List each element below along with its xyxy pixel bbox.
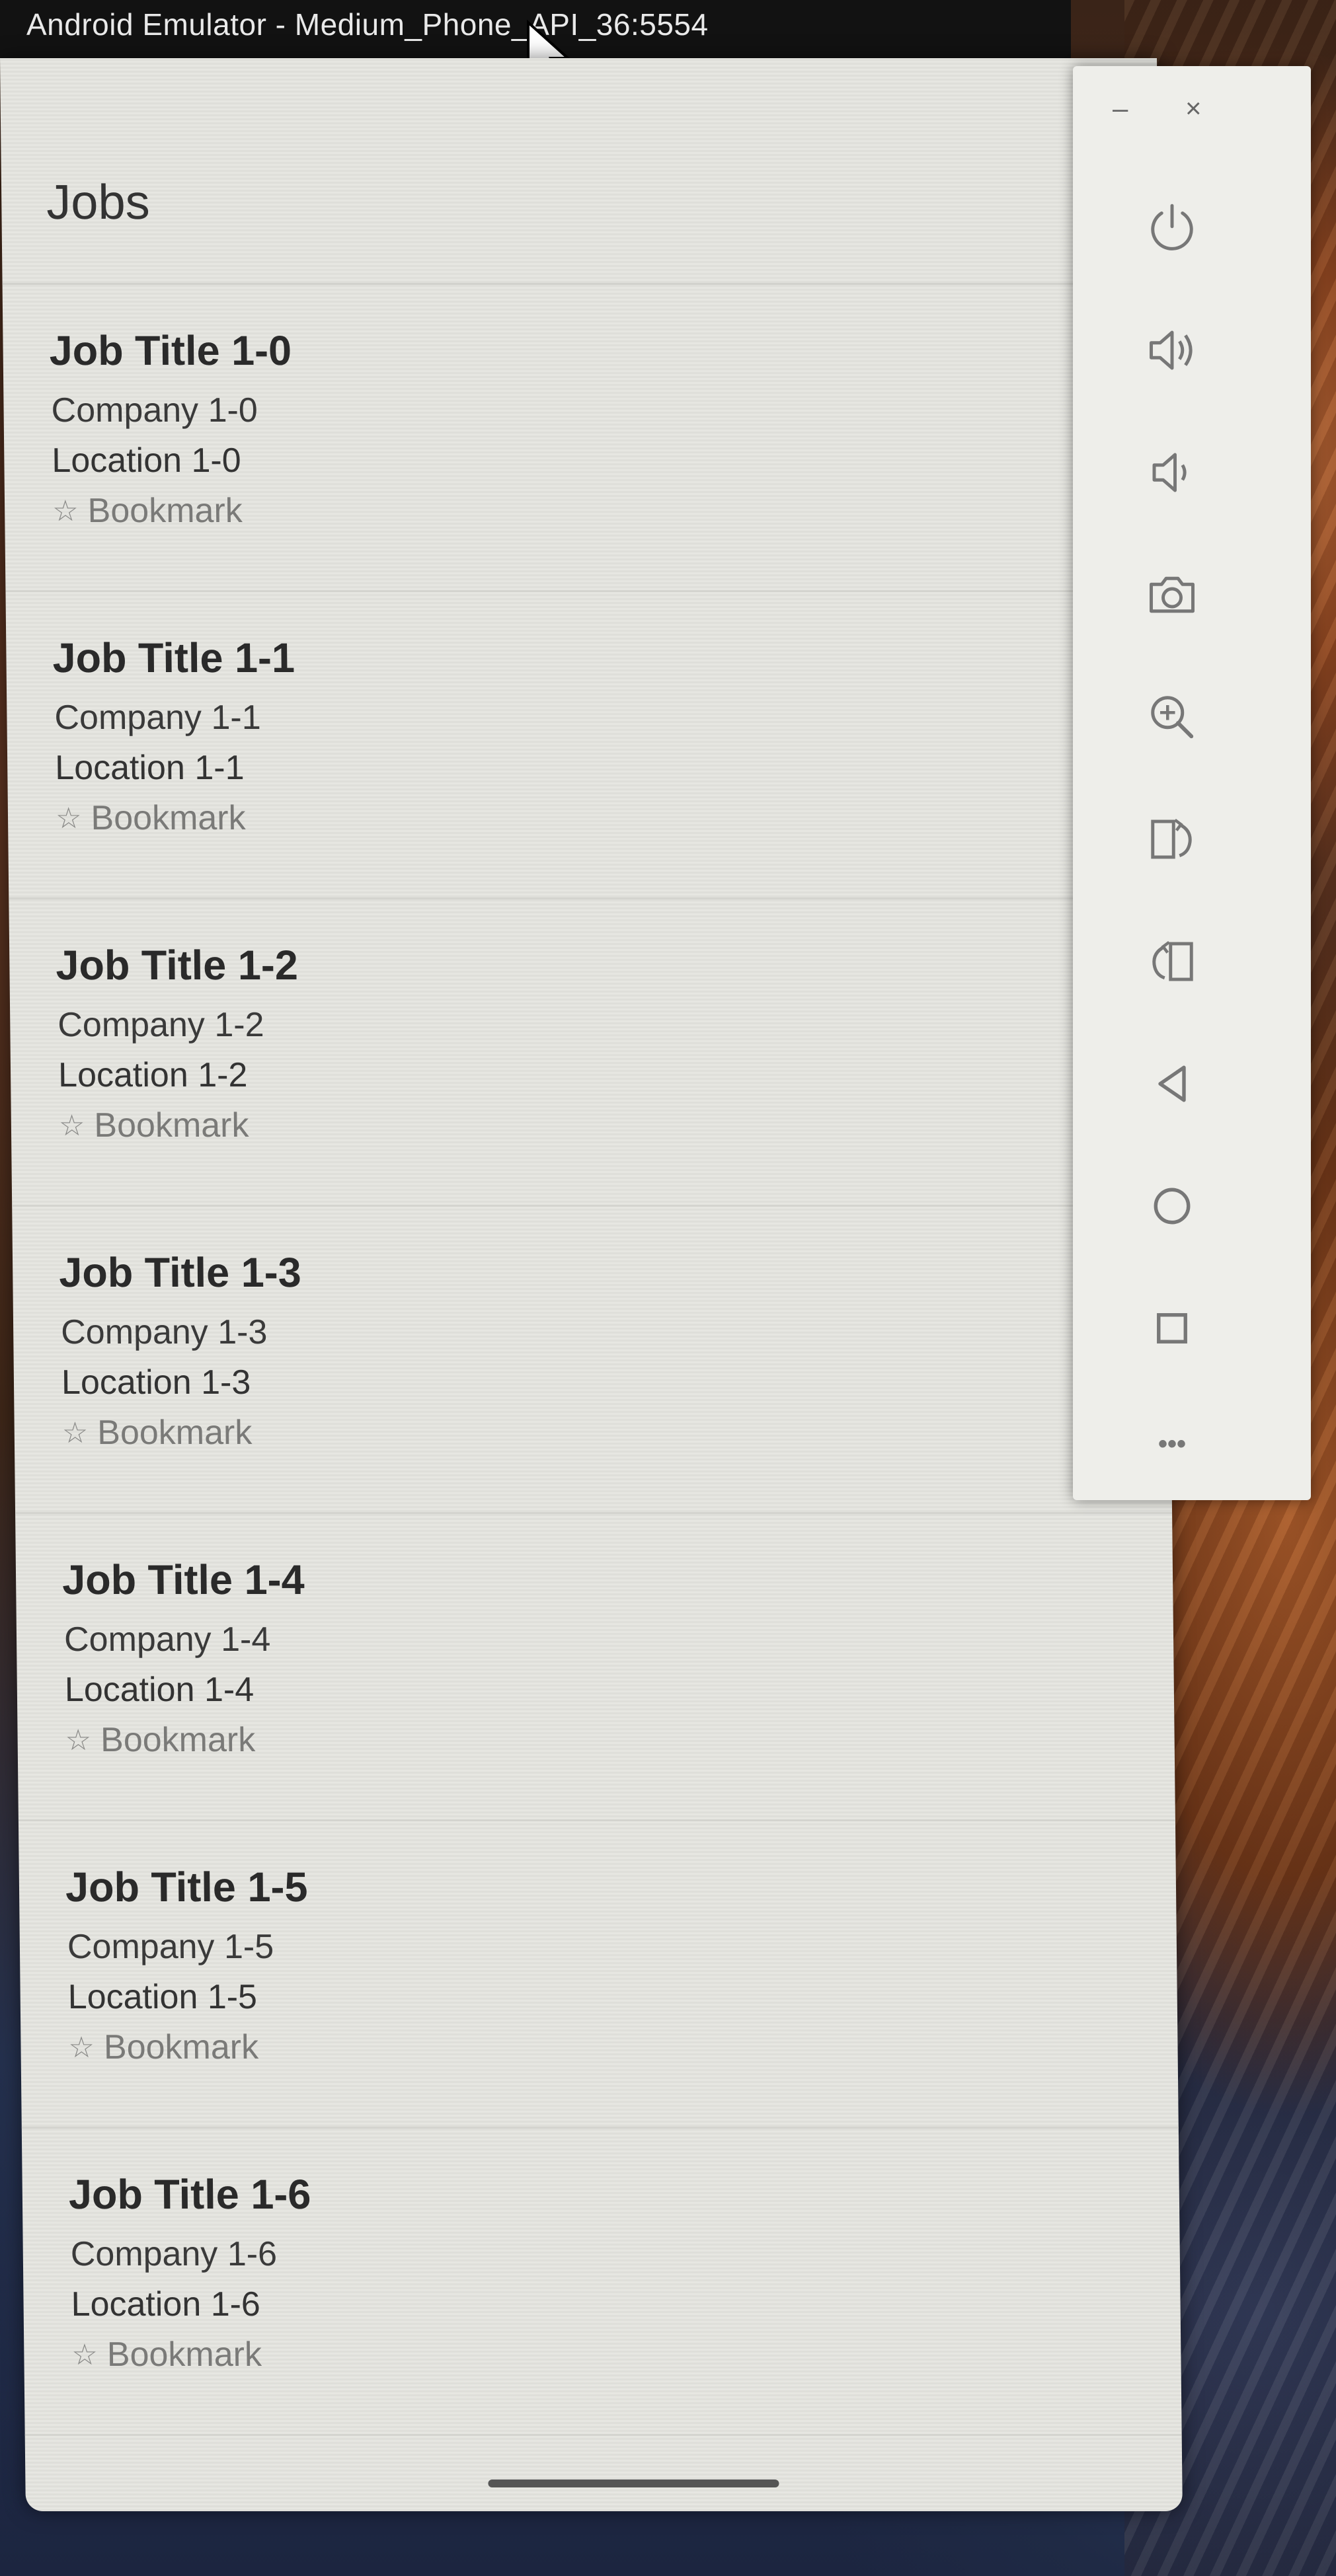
- job-company: Company 1-4: [63, 1620, 271, 1659]
- bookmark-label: Bookmark: [87, 492, 243, 530]
- volume-up-button[interactable]: [1136, 314, 1208, 387]
- rotate-right-button[interactable]: [1136, 925, 1208, 998]
- job-item[interactable]: Job Title 1-6 Company 1-6 Location 1-6 ☆…: [21, 2129, 1182, 2436]
- star-icon: ☆: [58, 1109, 85, 1142]
- volume-down-button[interactable]: [1136, 436, 1208, 509]
- bookmark-button[interactable]: ☆ Bookmark: [68, 2027, 258, 2067]
- phone-screen: Jobs Job Title 1-0 Company 1-0 Location …: [0, 58, 1183, 2511]
- bookmark-label: Bookmark: [91, 799, 246, 837]
- minimize-button[interactable]: –: [1113, 93, 1128, 124]
- job-item[interactable]: Job Title 1-3 Company 1-3 Location 1-3 ☆…: [12, 1207, 1173, 1514]
- more-icon: •••: [1158, 1429, 1186, 1458]
- power-button[interactable]: [1136, 192, 1208, 264]
- zoom-button[interactable]: [1136, 681, 1208, 753]
- bookmark-label: Bookmark: [103, 2028, 259, 2066]
- zoom-icon: [1151, 696, 1194, 739]
- star-icon: ☆: [61, 1416, 89, 1449]
- bookmark-button[interactable]: ☆ Bookmark: [56, 798, 246, 838]
- rotate-left-button[interactable]: [1136, 803, 1208, 876]
- bookmark-button[interactable]: ☆ Bookmark: [71, 2335, 262, 2374]
- job-title: Job Title 1-6: [68, 2172, 311, 2218]
- overview-icon: [1157, 1313, 1187, 1344]
- back-button[interactable]: [1136, 1047, 1208, 1120]
- bookmark-button[interactable]: ☆ Bookmark: [65, 1720, 255, 1760]
- camera-icon: [1150, 576, 1195, 613]
- volume-up-icon: [1150, 330, 1193, 370]
- job-company: Company 1-5: [67, 1928, 274, 1966]
- rotate-right-icon: [1152, 940, 1193, 981]
- volume-down-icon: [1152, 453, 1187, 492]
- job-title: Job Title 1-5: [65, 1864, 308, 1911]
- star-icon: ☆: [65, 1724, 92, 1757]
- job-item[interactable]: Job Title 1-5 Company 1-5 Location 1-5 ☆…: [18, 1821, 1179, 2129]
- bookmark-label: Bookmark: [106, 2335, 262, 2374]
- bookmark-button[interactable]: ☆ Bookmark: [61, 1413, 253, 1453]
- star-icon: ☆: [55, 802, 82, 835]
- gesture-home-bar[interactable]: [488, 2480, 779, 2487]
- screenshot-button[interactable]: [1136, 558, 1208, 631]
- rotate-left-icon: [1151, 818, 1192, 859]
- bookmark-button[interactable]: ☆ Bookmark: [59, 1106, 249, 1145]
- job-company: Company 1-3: [60, 1313, 268, 1351]
- emulator-toolbar: – × •••: [1073, 66, 1311, 1500]
- job-location: Location 1-1: [54, 749, 245, 787]
- job-title: Job Title 1-4: [61, 1557, 305, 1603]
- job-title: Job Title 1-3: [58, 1250, 302, 1296]
- job-location: Location 1-0: [52, 441, 241, 480]
- job-location: Location 1-3: [61, 1363, 251, 1402]
- job-location: Location 1-2: [58, 1056, 248, 1094]
- window-title: Android Emulator - Medium_Phone_API_36:5…: [26, 7, 709, 42]
- app-bar: Jobs: [0, 58, 1159, 285]
- job-company: Company 1-2: [58, 1006, 264, 1044]
- job-item[interactable]: Job Title 1-0 Company 1-0 Location 1-0 ☆…: [2, 285, 1163, 592]
- job-item[interactable]: Job Title 1-1 Company 1-1 Location 1-1 ☆…: [5, 592, 1166, 899]
- bookmark-label: Bookmark: [94, 1106, 249, 1145]
- job-location: Location 1-4: [64, 1671, 255, 1709]
- job-item[interactable]: Job Title 1-2 Company 1-2 Location 1-2 ☆…: [9, 899, 1169, 1207]
- home-icon: [1154, 1188, 1191, 1225]
- job-location: Location 1-6: [71, 2285, 261, 2324]
- job-company: Company 1-6: [70, 2235, 278, 2273]
- overview-button[interactable]: [1136, 1292, 1208, 1365]
- job-company: Company 1-0: [51, 391, 258, 430]
- star-icon: ☆: [52, 494, 79, 527]
- bookmark-label: Bookmark: [100, 1721, 256, 1759]
- job-company: Company 1-1: [54, 699, 261, 737]
- close-button[interactable]: ×: [1185, 93, 1202, 124]
- power-icon: [1151, 204, 1193, 250]
- job-title: Job Title 1-2: [56, 942, 299, 989]
- back-icon: [1158, 1065, 1186, 1102]
- job-title: Job Title 1-0: [49, 328, 292, 374]
- job-list[interactable]: Job Title 1-0 Company 1-0 Location 1-0 ☆…: [2, 285, 1182, 2436]
- job-title: Job Title 1-1: [52, 635, 295, 681]
- app-title: Jobs: [46, 174, 151, 229]
- more-button[interactable]: •••: [1136, 1408, 1208, 1480]
- star-icon: ☆: [71, 2338, 98, 2371]
- home-button[interactable]: [1136, 1170, 1208, 1242]
- star-icon: ☆: [68, 2031, 95, 2064]
- bookmark-button[interactable]: ☆ Bookmark: [52, 491, 243, 531]
- job-item[interactable]: Job Title 1-4 Company 1-4 Location 1-4 ☆…: [15, 1514, 1175, 1821]
- job-location: Location 1-5: [67, 1978, 258, 2016]
- bookmark-label: Bookmark: [97, 1414, 253, 1452]
